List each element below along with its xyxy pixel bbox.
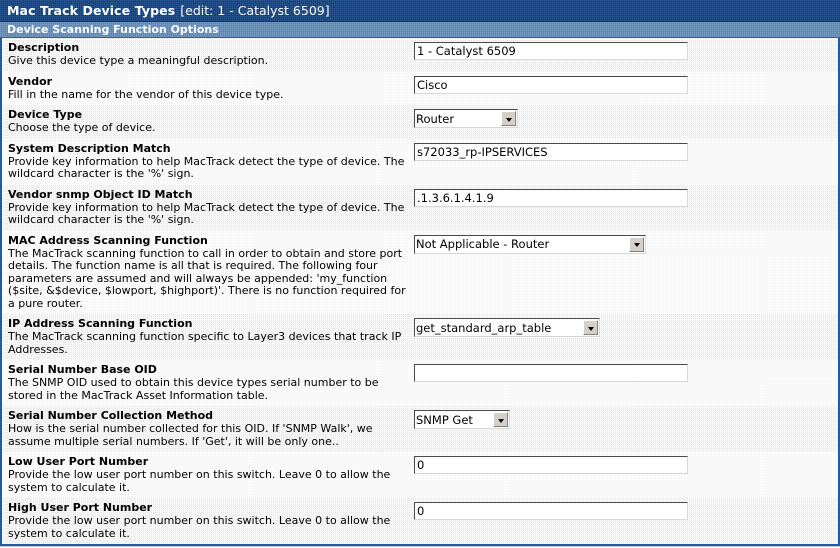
field-name-low-user-port-number: Low User Port Number bbox=[8, 455, 149, 468]
field-control-cell-vendor-snmp-object-id-match bbox=[414, 188, 838, 207]
field-label-cell-vendor-snmp-object-id-match: Vendor snmp Object ID Match Provide key i… bbox=[2, 188, 414, 227]
form-row-low-user-port-number: Low User Port Number Provide the low user… bbox=[2, 452, 838, 498]
field-description-serial-number-base-oid: The SNMP OID used to obtain this device … bbox=[8, 376, 379, 402]
window-titlebar: Mac Track Device Types [edit: 1 - Cataly… bbox=[0, 0, 840, 22]
field-label-cell-vendor: Vendor Fill in the name for the vendor of… bbox=[2, 75, 414, 102]
select-device-type[interactable]: RouterSwitchRouter/SwitchHubWirelessOthe… bbox=[414, 109, 518, 128]
field-label-cell-high-user-port-number: High User Port Number Provide the low use… bbox=[2, 501, 414, 540]
field-name-serial-number-base-oid: Serial Number Base OID bbox=[8, 363, 157, 376]
field-name-mac-address-scanning-function: MAC Address Scanning Function bbox=[8, 233, 208, 247]
input-system-description-match[interactable] bbox=[414, 142, 688, 161]
field-control-cell-device-type: RouterSwitchRouter/SwitchHubWirelessOthe… bbox=[414, 108, 838, 128]
select-ip-address-scanning-function[interactable]: get_standard_arp_tableNot Applicableget_… bbox=[414, 318, 600, 337]
form-row-system-description-match: System Description Match Provide key info… bbox=[2, 139, 838, 185]
field-description-description: Give this device type a meaningful descr… bbox=[8, 54, 269, 67]
field-description-device-type: Choose the type of device. bbox=[8, 121, 156, 134]
field-control-cell-vendor bbox=[414, 75, 838, 94]
select-wrapper-ip-address-scanning-function: get_standard_arp_tableNot Applicableget_… bbox=[414, 318, 600, 337]
field-label-cell-serial-number-base-oid: Serial Number Base OID The SNMP OID used … bbox=[2, 363, 414, 402]
field-label-cell-ip-address-scanning-function: IP Address Scanning Function The MacTrack… bbox=[2, 317, 414, 356]
field-control-cell-low-user-port-number bbox=[414, 455, 838, 474]
field-description-vendor-snmp-object-id-match: Provide key information to help MacTrack… bbox=[8, 200, 405, 226]
field-name-description: Description bbox=[8, 41, 80, 54]
field-label-cell-system-description-match: System Description Match Provide key info… bbox=[2, 142, 414, 181]
field-name-system-description-match: System Description Match bbox=[8, 141, 171, 155]
input-vendor[interactable] bbox=[414, 75, 688, 94]
form-row-serial-number-collection-method: Serial Number Collection Method How is th… bbox=[2, 406, 838, 452]
field-description-high-user-port-number: Provide the low user port number on this… bbox=[8, 514, 391, 540]
select-mac-address-scanning-function[interactable]: Not Applicable - Routerget_standard_mac_… bbox=[414, 234, 646, 254]
field-label-cell-description: Description Give this device type a meani… bbox=[2, 41, 414, 68]
form-row-mac-address-scanning-function: MAC Address Scanning Function The MacTrac… bbox=[2, 231, 838, 315]
input-high-user-port-number[interactable] bbox=[414, 502, 688, 520]
mactrack-device-type-edit-window: Mac Track Device Types [edit: 1 - Cataly… bbox=[0, 0, 840, 548]
field-control-cell-serial-number-base-oid bbox=[414, 363, 838, 382]
field-description-system-description-match: Provide key information to help MacTrack… bbox=[8, 154, 405, 180]
input-description[interactable] bbox=[414, 42, 688, 60]
field-label-cell-device-type: Device Type Choose the type of device. bbox=[2, 108, 414, 135]
field-control-cell-mac-address-scanning-function: Not Applicable - Routerget_standard_mac_… bbox=[414, 234, 838, 254]
field-name-ip-address-scanning-function: IP Address Scanning Function bbox=[8, 317, 193, 330]
field-control-cell-system-description-match bbox=[414, 142, 838, 161]
input-low-user-port-number[interactable] bbox=[414, 456, 688, 474]
section-header-label: Device Scanning Function Options bbox=[7, 23, 219, 36]
input-serial-number-base-oid[interactable] bbox=[414, 364, 688, 382]
form-row-device-type: Device Type Choose the type of device. Rou… bbox=[2, 105, 838, 139]
edit-context-label: [edit: 1 - Catalyst 6509] bbox=[180, 3, 330, 18]
field-description-mac-address-scanning-function: The MacTrack scanning function to call i… bbox=[8, 246, 406, 310]
form-row-description: Description Give this device type a meani… bbox=[2, 38, 838, 72]
field-control-cell-ip-address-scanning-function: get_standard_arp_tableNot Applicableget_… bbox=[414, 317, 838, 337]
select-wrapper-device-type: RouterSwitchRouter/SwitchHubWirelessOthe… bbox=[414, 109, 518, 128]
field-description-vendor: Fill in the name for the vendor of this … bbox=[8, 87, 284, 101]
section-header: Device Scanning Function Options bbox=[0, 22, 840, 38]
field-control-cell-description bbox=[414, 41, 838, 60]
form-row-vendor-snmp-object-id-match: Vendor snmp Object ID Match Provide key i… bbox=[2, 185, 838, 231]
field-label-cell-low-user-port-number: Low User Port Number Provide the low user… bbox=[2, 455, 414, 494]
field-name-device-type: Device Type bbox=[8, 108, 83, 121]
field-label-cell-mac-address-scanning-function: MAC Address Scanning Function The MacTrac… bbox=[2, 234, 414, 311]
form-row-high-user-port-number: High User Port Number Provide the low use… bbox=[2, 498, 838, 544]
form-row-vendor: Vendor Fill in the name for the vendor of… bbox=[2, 72, 838, 106]
field-name-vendor: Vendor bbox=[8, 74, 53, 88]
form-row-ip-address-scanning-function: IP Address Scanning Function The MacTrack… bbox=[2, 314, 838, 360]
field-description-ip-address-scanning-function: The MacTrack scanning function specific … bbox=[8, 330, 402, 356]
field-description-low-user-port-number: Provide the low user port number on this… bbox=[8, 468, 391, 494]
input-vendor-snmp-object-id-match[interactable] bbox=[414, 188, 688, 207]
field-name-high-user-port-number: High User Port Number bbox=[8, 501, 153, 514]
field-description-serial-number-collection-method: How is the serial number collected for t… bbox=[8, 422, 373, 448]
field-control-cell-serial-number-collection-method: SNMP GetSNMP Walk bbox=[414, 409, 838, 429]
select-wrapper-serial-number-collection-method: SNMP GetSNMP Walk bbox=[414, 410, 510, 429]
field-label-cell-serial-number-collection-method: Serial Number Collection Method How is th… bbox=[2, 409, 414, 448]
select-serial-number-collection-method[interactable]: SNMP GetSNMP Walk bbox=[414, 410, 510, 429]
select-wrapper-mac-address-scanning-function: Not Applicable - Routerget_standard_mac_… bbox=[414, 234, 646, 254]
field-name-vendor-snmp-object-id-match: Vendor snmp Object ID Match bbox=[8, 187, 193, 201]
field-control-cell-high-user-port-number bbox=[414, 501, 838, 520]
form-row-serial-number-base-oid: Serial Number Base OID The SNMP OID used … bbox=[2, 360, 838, 406]
page-title: Mac Track Device Types bbox=[7, 3, 176, 18]
form-body: Description Give this device type a meani… bbox=[0, 38, 840, 544]
field-name-serial-number-collection-method: Serial Number Collection Method bbox=[8, 409, 214, 422]
